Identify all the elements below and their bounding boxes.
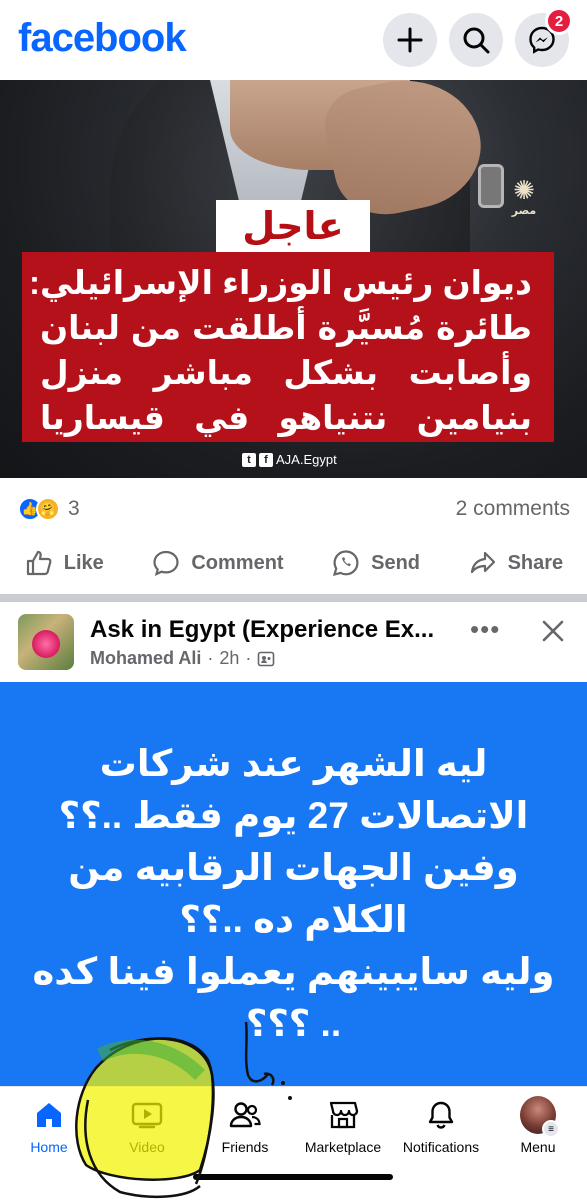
- tab-video[interactable]: Video: [98, 1097, 196, 1155]
- tab-friends[interactable]: Friends: [196, 1097, 294, 1155]
- aljazeera-logo: ✺ مصر: [505, 175, 543, 223]
- like-button[interactable]: Like: [24, 548, 104, 578]
- post-text-line: وفين الجهات الرقابيه من: [68, 847, 519, 888]
- social-handle: t f AJA.Egypt: [242, 452, 337, 467]
- tab-home-label: Home: [30, 1139, 68, 1155]
- bell-icon: [428, 1101, 454, 1129]
- thumbs-up-icon: [26, 550, 52, 576]
- profile-avatar: ≡: [520, 1096, 560, 1138]
- group-post-header: Ask in Egypt (Experience Ex... Mohamed A…: [0, 602, 587, 682]
- headline-line: وأصابت بشكل مباشر منزل: [40, 354, 532, 391]
- reactions-row: 👍 🤗 3 2 comments: [18, 492, 570, 526]
- reaction-summary[interactable]: 👍 🤗 3: [18, 497, 80, 521]
- home-icon: [37, 1103, 61, 1127]
- post-text: ليه الشهر عند شركات الاتصالات 27 يوم فقط…: [0, 738, 587, 1050]
- plus-icon: [397, 27, 423, 53]
- tab-friends-label: Friends: [221, 1139, 269, 1155]
- friends-icon: [229, 1102, 261, 1128]
- tab-notifications-label: Notifications: [402, 1139, 480, 1155]
- headline-line: ديوان رئيس الوزراء الإسرائيلي:: [29, 264, 532, 301]
- flower-icon: [32, 630, 60, 658]
- headline-line: طائرة مُسيَّرة أطلقت من لبنان: [40, 309, 532, 346]
- tab-home[interactable]: Home: [0, 1097, 98, 1155]
- news-image[interactable]: ✺ مصر عاجل ديوان رئيس الوزراء الإسرائيلي…: [0, 80, 587, 478]
- whatsapp-icon: [333, 550, 359, 577]
- like-label: Like: [63, 551, 104, 574]
- close-icon[interactable]: [538, 616, 568, 646]
- meta-separator: ·: [245, 648, 252, 668]
- tab-menu-label: Menu: [520, 1139, 556, 1155]
- aljazeera-logo-sub: مصر: [511, 205, 537, 217]
- create-button[interactable]: [383, 13, 437, 67]
- facebook-icon: f: [259, 452, 273, 467]
- share-label: Share: [507, 551, 564, 574]
- marketplace-icon: [329, 1101, 359, 1129]
- messenger-badge: 2: [545, 7, 573, 35]
- text-post-background[interactable]: ليه الشهر عند شركات الاتصالات 27 يوم فقط…: [0, 682, 587, 1086]
- top-bar: facebook 2: [0, 0, 587, 80]
- twitter-icon: t: [242, 452, 256, 467]
- tab-menu[interactable]: ≡ Menu: [489, 1096, 587, 1155]
- post-text-line: .. ؟؟؟: [245, 1003, 342, 1044]
- post-time[interactable]: 2h: [219, 648, 239, 669]
- headline-line: بنيامين نتنياهو في قيساريا: [40, 399, 532, 436]
- messenger-button[interactable]: 2: [515, 7, 573, 67]
- tab-notifications[interactable]: Notifications: [392, 1097, 490, 1155]
- post-text-line: ليه الشهر عند شركات: [99, 743, 488, 784]
- group-name[interactable]: Ask in Egypt (Experience Ex...: [90, 616, 450, 644]
- photo-watch: [478, 164, 504, 208]
- comment-button[interactable]: Comment: [151, 548, 284, 578]
- share-button[interactable]: Share: [468, 548, 564, 578]
- home-indicator: [193, 1174, 393, 1180]
- tab-video-label: Video: [129, 1139, 165, 1155]
- post-actions: Like Comment Send Share: [0, 538, 587, 588]
- search-icon: [463, 27, 490, 54]
- group-privacy-icon: [258, 651, 275, 666]
- search-button[interactable]: [449, 13, 503, 67]
- comment-label: Comment: [191, 551, 284, 574]
- share-icon: [470, 551, 495, 574]
- group-avatar[interactable]: [18, 614, 74, 670]
- send-label: Send: [371, 551, 421, 574]
- reaction-emojis: 👍 🤗: [18, 497, 60, 521]
- urgent-label: عاجل: [216, 200, 370, 252]
- post-author[interactable]: Mohamed Ali: [90, 648, 201, 669]
- post-meta: Mohamed Ali · 2h ·: [90, 648, 275, 669]
- post-text-line: الاتصالات 27 يوم فقط ..؟؟: [58, 795, 529, 836]
- bottom-tab-bar: Home Video Friends Marketplace Notificat…: [0, 1086, 587, 1200]
- reaction-count: 3: [68, 497, 80, 520]
- post-text-line: وليه سايبينهم يعملوا فينا كده: [32, 951, 555, 992]
- video-icon: [131, 1102, 163, 1129]
- menu-icon: ≡: [542, 1120, 560, 1138]
- more-options-icon[interactable]: •••: [470, 614, 500, 645]
- care-reaction-icon: 🤗: [36, 497, 60, 521]
- post-text-line: الكلام ده ..؟؟: [179, 899, 408, 940]
- tab-marketplace[interactable]: Marketplace: [294, 1097, 392, 1155]
- social-handle-text: AJA.Egypt: [276, 452, 337, 467]
- feed-divider: [0, 594, 587, 602]
- comment-icon: [153, 550, 179, 576]
- tab-marketplace-label: Marketplace: [304, 1139, 382, 1155]
- comments-count[interactable]: 2 comments: [456, 497, 570, 521]
- facebook-logo[interactable]: facebook: [18, 16, 187, 61]
- send-button[interactable]: Send: [331, 548, 420, 578]
- headline-box: ديوان رئيس الوزراء الإسرائيلي: طائرة مُس…: [22, 252, 554, 442]
- aljazeera-mark-icon: ✺: [513, 175, 535, 205]
- meta-separator: ·: [207, 648, 214, 668]
